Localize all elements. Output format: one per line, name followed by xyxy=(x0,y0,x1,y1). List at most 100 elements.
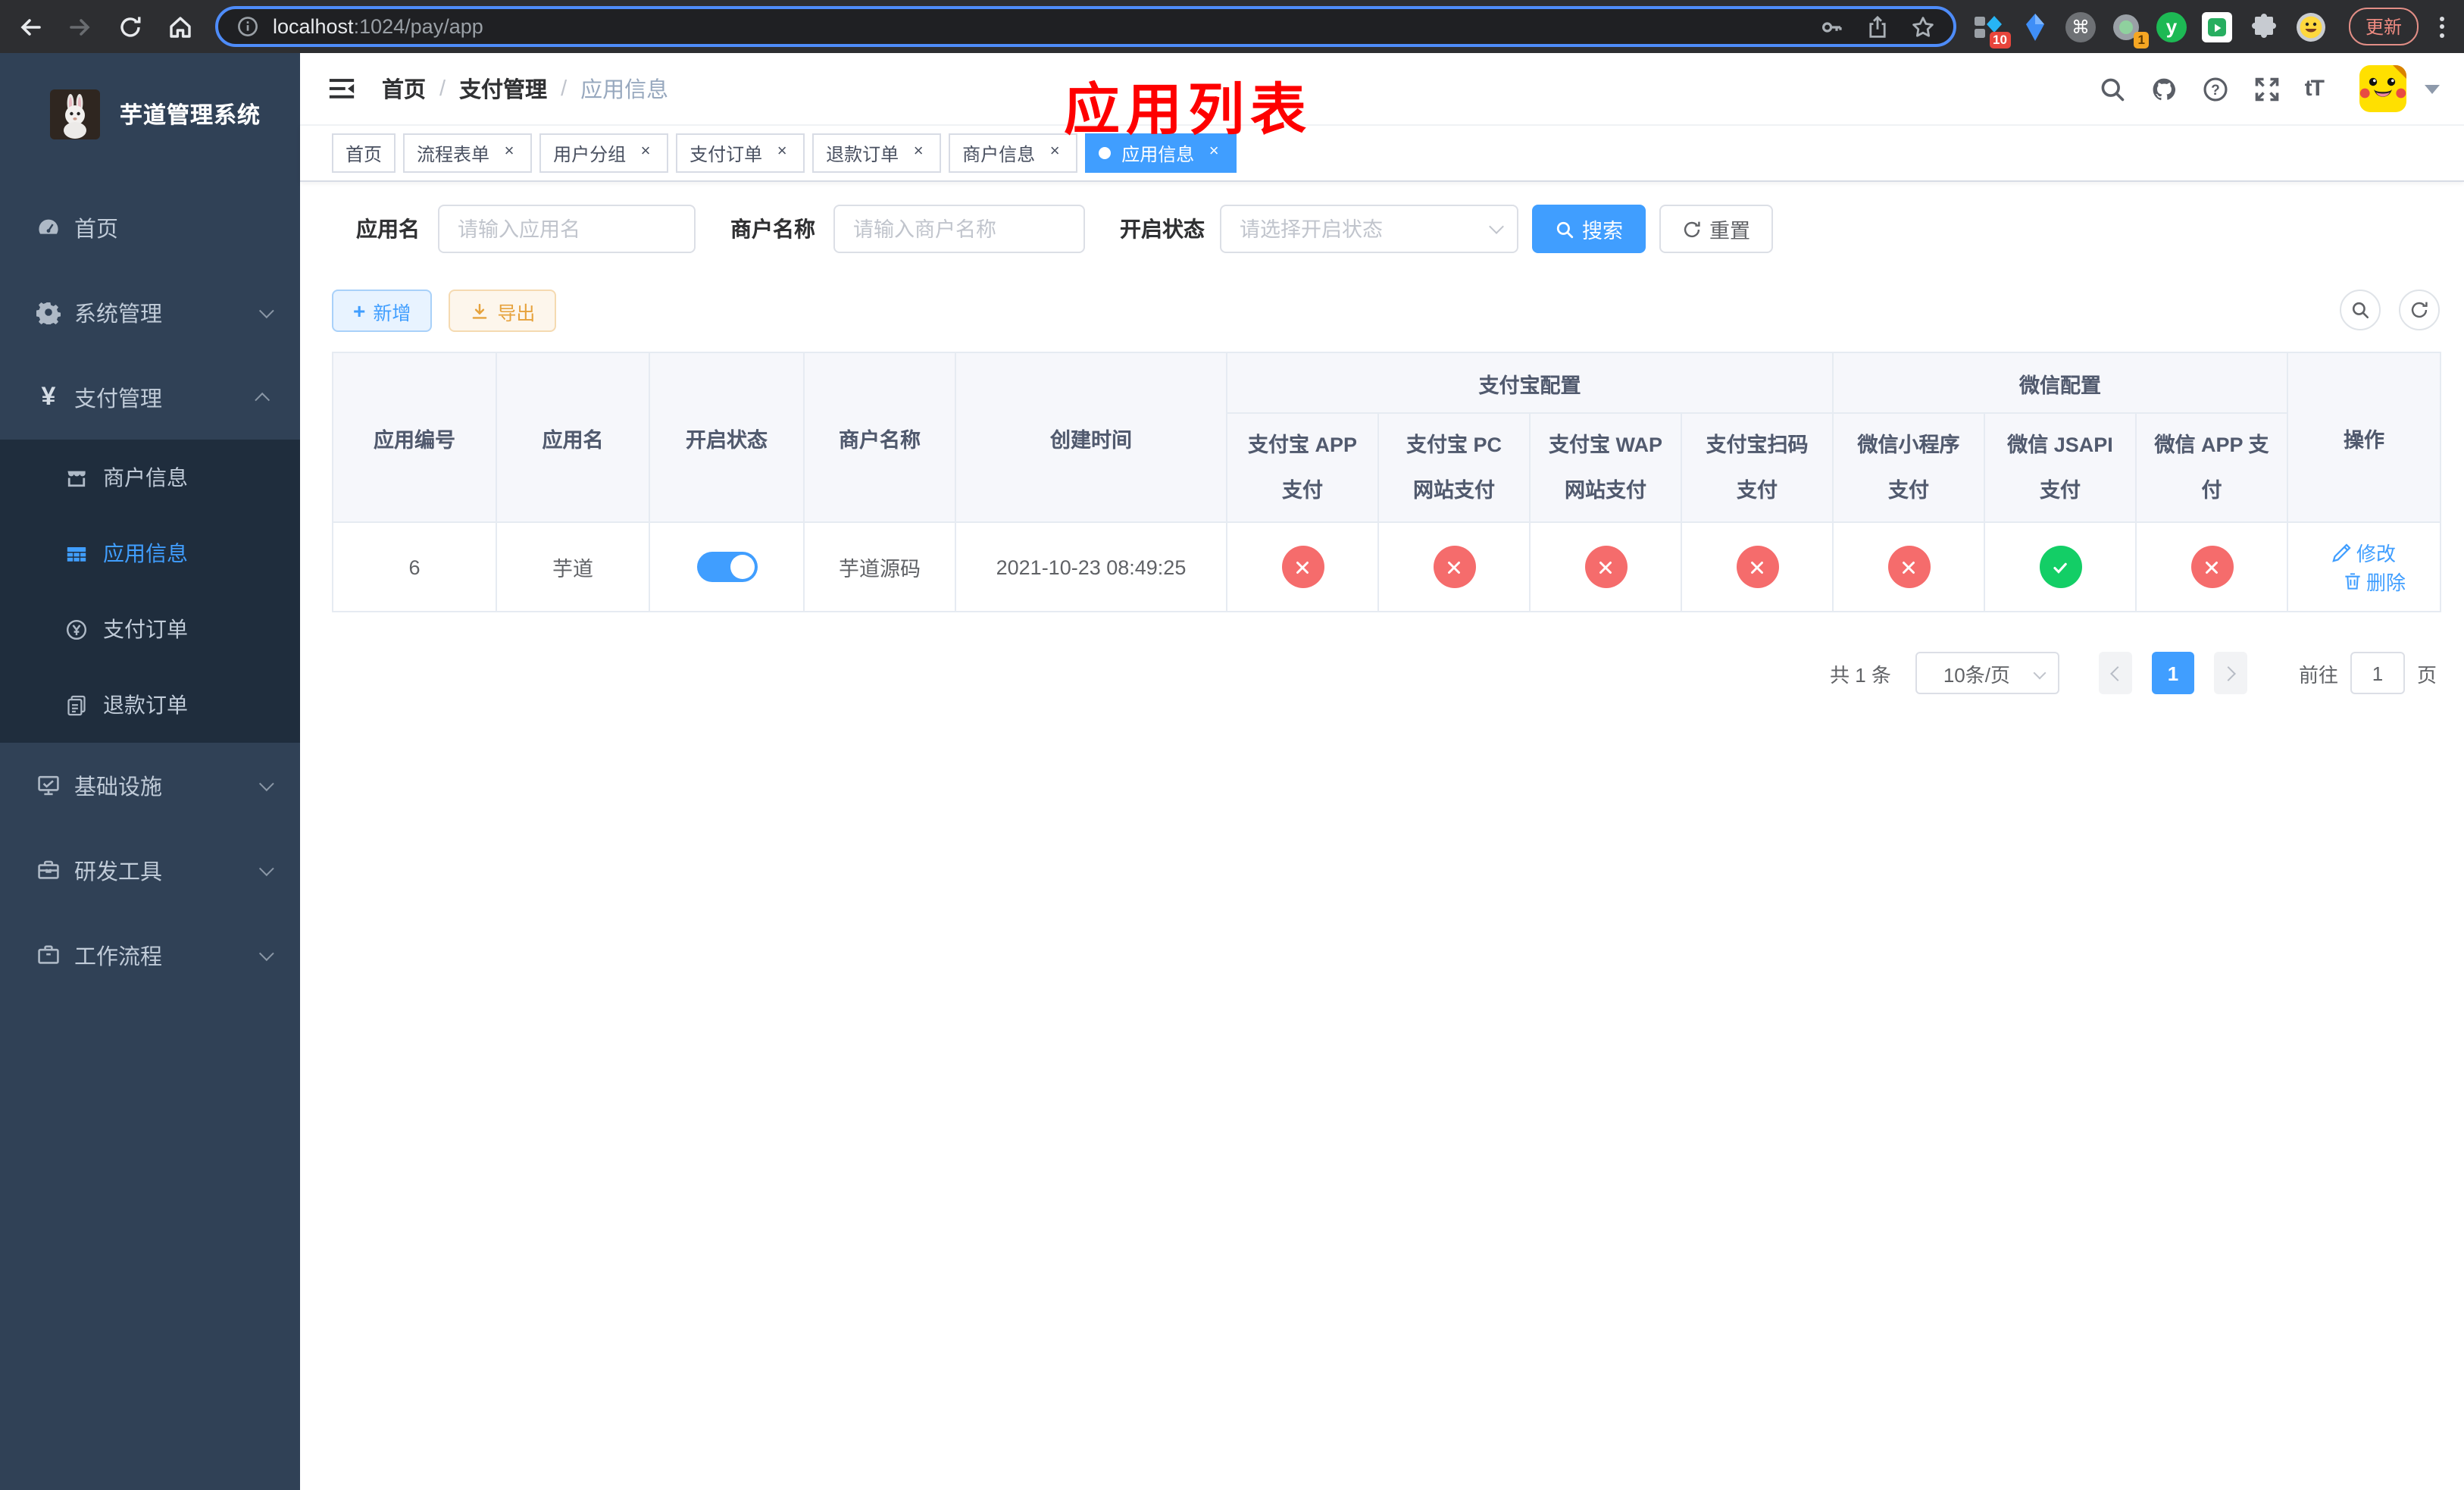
next-page-button[interactable] xyxy=(2213,652,2247,694)
col-header-alipay-qr: 支付宝扫码支付 xyxy=(1681,412,1834,523)
font-size-icon[interactable]: tT xyxy=(2305,76,2325,102)
col-header-app-name: 应用名 xyxy=(496,352,650,523)
browser-toolbar: localhost:1024/pay/app 10 ⌘ 1 y 更新 xyxy=(0,0,2464,53)
help-icon[interactable]: ? xyxy=(2202,75,2229,102)
add-button[interactable]: 新增 xyxy=(332,290,433,332)
extension-badge: 10 xyxy=(1989,31,2011,48)
enabled-toggle[interactable] xyxy=(696,552,757,582)
sidebar-item-refund-order[interactable]: 退款订单 xyxy=(0,667,300,743)
extension-recorder-icon[interactable]: 1 xyxy=(2109,10,2149,48)
extension-command-icon[interactable]: ⌘ xyxy=(2065,11,2096,42)
pay-circle-icon xyxy=(65,618,88,640)
pagination-total: 共 1 条 xyxy=(1830,663,1891,686)
site-info-icon[interactable] xyxy=(236,15,259,38)
export-button[interactable]: 导出 xyxy=(449,290,557,332)
page-content: 应用名 商户名称 开启状态 搜索 重置 xyxy=(300,182,2464,1490)
avatar[interactable] xyxy=(2359,65,2406,112)
close-icon[interactable] xyxy=(1046,144,1064,162)
sidebar-item-payment[interactable]: ¥ 支付管理 xyxy=(0,355,300,440)
app-name-input[interactable] xyxy=(438,205,696,253)
sidebar-item-workflow[interactable]: 工作流程 xyxy=(0,912,300,997)
browser-update-button[interactable]: 更新 xyxy=(2348,8,2419,45)
delete-link[interactable]: 删除 xyxy=(2342,567,2406,596)
sidebar-item-devtools[interactable]: 研发工具 xyxy=(0,828,300,912)
col-header-status: 开启状态 xyxy=(649,352,805,523)
back-button[interactable] xyxy=(17,13,44,40)
reset-button[interactable]: 重置 xyxy=(1659,205,1773,253)
extension-y-icon[interactable]: y xyxy=(2156,11,2187,42)
sidebar-item-label: 退款订单 xyxy=(103,693,188,717)
tag-home[interactable]: 首页 xyxy=(332,133,396,173)
tag-label: 流程表单 xyxy=(417,143,490,164)
filter-form: 应用名 商户名称 开启状态 搜索 重置 xyxy=(332,205,2440,253)
sidebar-item-system[interactable]: 系统管理 xyxy=(0,270,300,355)
toolbox-icon xyxy=(36,858,61,882)
breadcrumb-payment[interactable]: 支付管理 xyxy=(459,73,547,105)
close-icon[interactable] xyxy=(1205,144,1223,162)
tag-user-group[interactable]: 用户分组 xyxy=(539,133,669,173)
browser-menu-icon[interactable] xyxy=(2431,13,2452,40)
extension-puzzle-icon[interactable] xyxy=(2247,10,2281,43)
col-header-created: 创建时间 xyxy=(955,352,1227,523)
extension-chat-icon[interactable] xyxy=(2200,10,2234,43)
share-icon[interactable] xyxy=(1865,14,1890,39)
sidebar-item-infrastructure[interactable]: 基础设施 xyxy=(0,743,300,828)
status-select-input[interactable] xyxy=(1220,205,1518,253)
tag-merchant-info[interactable]: 商户信息 xyxy=(949,133,1078,173)
search-button[interactable]: 搜索 xyxy=(1532,205,1646,253)
edit-pencil-icon xyxy=(2332,543,2351,562)
github-icon[interactable] xyxy=(2150,75,2178,102)
trash-icon xyxy=(2344,573,2359,590)
tag-app-info[interactable]: 应用信息 xyxy=(1085,133,1237,173)
extension-smiley-icon[interactable] xyxy=(2294,10,2328,43)
status-select[interactable] xyxy=(1220,205,1518,253)
status-cross-icon xyxy=(1281,546,1324,588)
password-key-icon[interactable] xyxy=(1820,14,1844,39)
status-cross-icon xyxy=(1887,546,1930,588)
sidebar-item-home[interactable]: 首页 xyxy=(0,185,300,270)
sidebar-item-pay-order[interactable]: 支付订单 xyxy=(0,591,300,667)
merchant-name-input[interactable] xyxy=(833,205,1085,253)
page-size-select[interactable]: 10条/页 xyxy=(1915,652,2059,694)
breadcrumb-current: 应用信息 xyxy=(580,79,669,103)
extension-gem-icon[interactable] xyxy=(2018,10,2052,43)
reload-button[interactable] xyxy=(117,13,144,40)
refresh-button[interactable] xyxy=(2399,290,2440,330)
tag-refund-order[interactable]: 退款订单 xyxy=(812,133,942,173)
close-icon[interactable] xyxy=(636,144,655,162)
collapse-sidebar-button[interactable] xyxy=(327,74,356,103)
url-bar[interactable]: localhost:1024/pay/app xyxy=(215,6,1956,47)
app-title: 芋道管理系统 xyxy=(120,102,261,128)
merchant-name-label: 商户名称 xyxy=(730,217,815,241)
goto-page-input[interactable] xyxy=(2350,652,2405,694)
url-path: :1024/pay/app xyxy=(353,15,483,38)
tag-pay-order[interactable]: 支付订单 xyxy=(676,133,805,173)
close-icon[interactable] xyxy=(500,144,518,162)
search-icon[interactable] xyxy=(2099,75,2126,102)
fullscreen-icon[interactable] xyxy=(2253,75,2281,102)
breadcrumb-home[interactable]: 首页 xyxy=(382,73,426,105)
caret-down-icon[interactable] xyxy=(2425,84,2440,93)
close-icon[interactable] xyxy=(773,144,791,162)
screen: localhost:1024/pay/app 10 ⌘ 1 y 更新 芋道管理系… xyxy=(0,0,2464,1490)
page-unit-label: 页 xyxy=(2416,663,2437,686)
forward-button[interactable] xyxy=(67,13,94,40)
monitor-icon xyxy=(36,773,61,797)
edit-link[interactable]: 修改 xyxy=(2332,538,2396,567)
sidebar-item-merchant-info[interactable]: 商户信息 xyxy=(0,440,300,515)
home-button[interactable] xyxy=(167,13,194,40)
status-cross-icon xyxy=(1584,546,1627,588)
gear-icon xyxy=(36,300,61,324)
sidebar-item-label: 工作流程 xyxy=(74,945,162,969)
extension-sidekick-icon[interactable]: 10 xyxy=(1972,10,2011,48)
prev-page-button[interactable] xyxy=(2098,652,2132,694)
app-name-label: 应用名 xyxy=(356,217,420,241)
sidebar-item-app-info[interactable]: 应用信息 xyxy=(0,515,300,591)
show-search-button[interactable] xyxy=(2340,290,2381,330)
close-icon[interactable] xyxy=(909,144,927,162)
tag-process-form[interactable]: 流程表单 xyxy=(403,133,533,173)
bookmark-star-icon[interactable] xyxy=(1911,14,1935,39)
tag-label: 退款订单 xyxy=(826,143,899,164)
page-1-button[interactable]: 1 xyxy=(2151,652,2194,694)
status-check-icon xyxy=(2039,546,2081,588)
